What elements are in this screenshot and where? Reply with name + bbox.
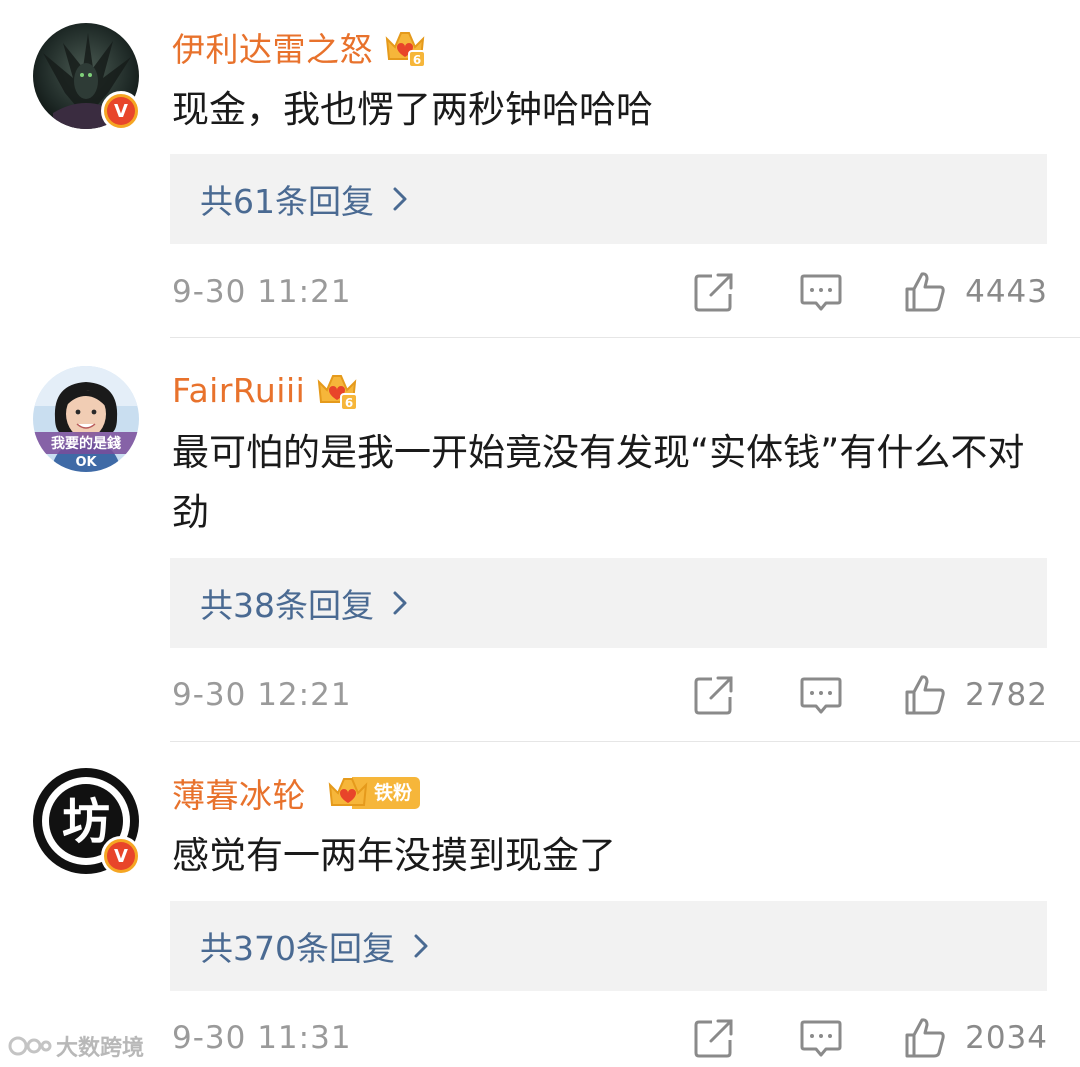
actions: 4443	[692, 264, 1048, 320]
replies-label: 共370条回复	[200, 929, 395, 968]
avatar-image: 我要的是錢 OK	[33, 366, 139, 472]
name-row: 薄暮冰轮 铁粉	[172, 768, 421, 818]
username[interactable]: 薄暮冰轮	[172, 769, 306, 817]
avatar-caption-2: OK	[75, 455, 97, 470]
watermark-text: 大数跨境	[56, 1036, 145, 1061]
replies-button[interactable]: 共61条回复	[170, 154, 1047, 244]
actions: 2782	[692, 667, 1048, 723]
chevron-right-icon	[393, 187, 407, 211]
avatar[interactable]: V	[33, 23, 141, 131]
verified-v-icon: V	[101, 836, 141, 876]
replies-label: 共38条回复	[200, 586, 374, 625]
timestamp: 9-30 11:21	[172, 274, 352, 310]
like-icon[interactable]	[903, 270, 947, 314]
crown-icon: 6	[385, 32, 426, 68]
share-icon[interactable]	[692, 673, 736, 717]
meta-row: 9-30 11:21 4443	[172, 264, 1048, 320]
replies-button[interactable]: 共38条回复	[170, 558, 1047, 648]
timestamp: 9-30 12:21	[172, 677, 352, 713]
like-icon[interactable]	[903, 1016, 947, 1060]
timestamp: 9-30 11:31	[172, 1020, 352, 1056]
crown-icon	[328, 778, 368, 806]
name-row: 伊利达雷之怒 6	[172, 22, 427, 72]
username[interactable]: 伊利达雷之怒	[172, 23, 373, 71]
avatar-char: 坊	[62, 794, 110, 850]
name-row: FairRuiii 6	[172, 365, 359, 415]
verified-v-icon: V	[101, 91, 141, 131]
divider	[170, 741, 1080, 742]
crown-icon: 6	[318, 375, 359, 411]
badge-level: 6	[413, 53, 421, 67]
like-count: 2782	[965, 677, 1048, 713]
chevron-right-icon	[414, 934, 428, 958]
comment-icon[interactable]	[799, 270, 843, 314]
comment-icon[interactable]	[799, 1016, 843, 1060]
chevron-right-icon	[393, 591, 407, 615]
comment-text: 现金，我也愣了两秒钟哈哈哈	[172, 88, 653, 131]
share-icon[interactable]	[692, 270, 736, 314]
like-count: 4443	[965, 274, 1048, 310]
fan-badge: 铁粉	[316, 773, 421, 813]
watermark-logo-icon	[8, 1036, 52, 1056]
actions: 2034	[692, 1010, 1048, 1066]
comment-text: 感觉有一两年没摸到现金了	[172, 834, 616, 877]
watermark: 大数跨境	[8, 1030, 144, 1062]
avatar[interactable]: 坊 V	[33, 768, 141, 876]
divider	[170, 337, 1080, 338]
replies-label: 共61条回复	[200, 182, 374, 221]
like-icon[interactable]	[903, 673, 947, 717]
meta-row: 9-30 12:21 2782	[172, 667, 1048, 723]
share-icon[interactable]	[692, 1016, 736, 1060]
avatar[interactable]: 我要的是錢 OK	[33, 366, 139, 472]
avatar-caption: 我要的是錢	[51, 435, 121, 452]
like-count: 2034	[965, 1020, 1048, 1056]
replies-button[interactable]: 共370条回复	[170, 901, 1047, 991]
username[interactable]: FairRuiii	[172, 371, 305, 410]
badge-level: 6	[345, 396, 353, 410]
comment-icon[interactable]	[799, 673, 843, 717]
comment-text: 最可怕的是我一开始竟没有发现“实体钱”有什么不对劲	[172, 431, 1025, 534]
meta-row: 9-30 11:31 2034	[172, 1010, 1048, 1066]
